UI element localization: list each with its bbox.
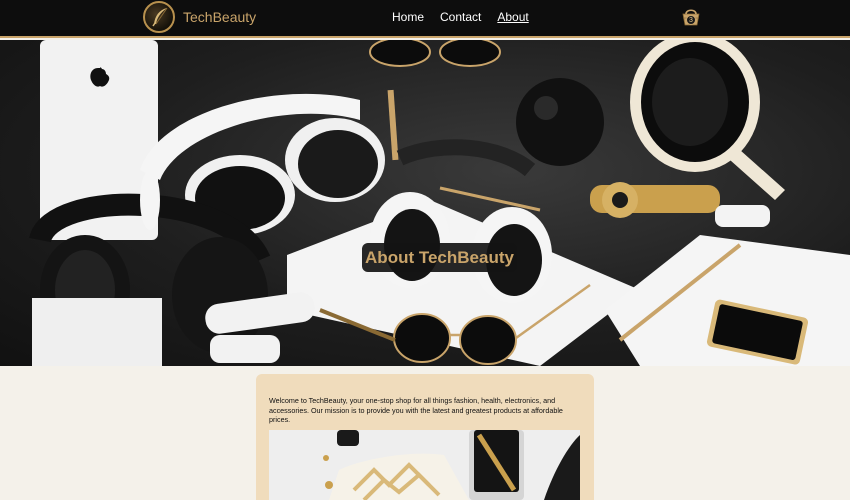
about-intro-text: Welcome to TechBeauty, your one-stop sho… [269, 396, 563, 424]
about-product-photo [269, 430, 580, 500]
hero-title: About TechBeauty [362, 243, 517, 272]
nav-link-home[interactable]: Home [392, 10, 424, 24]
site-header: TechBeauty Home Contact About 3 [0, 0, 850, 38]
cart-count-badge: 3 [686, 15, 696, 25]
brand-name[interactable]: TechBeauty [183, 9, 256, 25]
hero-product-photo [29, 40, 850, 366]
main-nav: Home Contact About [392, 10, 529, 24]
logo-feather-icon[interactable] [143, 1, 175, 33]
nav-link-about[interactable]: About [497, 10, 528, 24]
about-image-graphic [269, 430, 580, 500]
hero-banner: About TechBeauty [0, 40, 850, 366]
nav-link-contact[interactable]: Contact [440, 10, 481, 24]
